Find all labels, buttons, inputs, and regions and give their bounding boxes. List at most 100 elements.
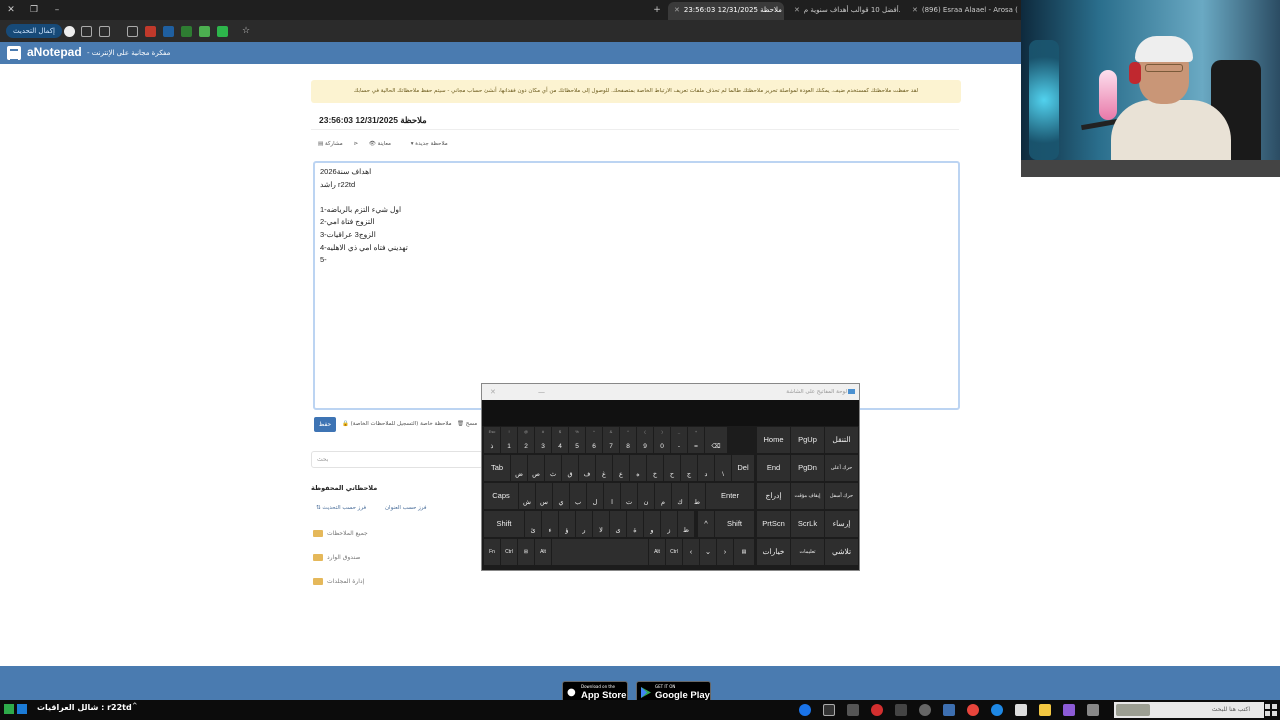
osk-key[interactable]: 2 @ <box>518 427 534 453</box>
osk-nav-key[interactable]: التنقل <box>825 427 858 453</box>
osk-key[interactable]: ظ <box>678 511 694 537</box>
osk-shift-key[interactable]: Shift <box>484 511 524 537</box>
osk-key[interactable]: و <box>644 511 660 537</box>
osk-key[interactable]: ض <box>511 455 527 481</box>
chrome-icon[interactable] <box>967 704 979 716</box>
windows-start-icon[interactable] <box>1265 704 1277 716</box>
osk-nav-key[interactable]: حرك أسفل <box>825 483 858 509</box>
sort-by-title-link[interactable]: فرز حسب العنوان <box>385 505 426 511</box>
osk-key[interactable]: د <box>698 455 714 481</box>
osk-enter-key[interactable]: Enter <box>706 483 754 509</box>
osk-key[interactable]: ر <box>576 511 592 537</box>
osk-key[interactable]: ك <box>672 483 688 509</box>
osk-key[interactable]: ز <box>661 511 677 537</box>
osk-key[interactable]: خ <box>647 455 663 481</box>
osk-nav-key[interactable]: إيقاف مؤقت <box>791 483 824 509</box>
save-button[interactable]: حفظ <box>314 417 336 432</box>
osk-alt-key[interactable]: Alt <box>535 539 551 565</box>
osk-key[interactable]: ص <box>528 455 544 481</box>
close-window-icon[interactable]: ✕ <box>4 3 18 17</box>
osk-key[interactable]: ذ Esc <box>484 427 500 453</box>
profile-icon[interactable] <box>64 26 75 37</box>
osk-key[interactable]: ب <box>570 483 586 509</box>
share-link[interactable]: ⋖ مشاركة <box>325 141 358 147</box>
close-tab-icon[interactable]: ✕ <box>674 2 680 18</box>
osk-key[interactable]: ؤ <box>559 511 575 537</box>
tray-app-icon[interactable] <box>17 704 27 714</box>
osk-key[interactable]: - _ <box>671 427 687 453</box>
osk-key[interactable]: 9( <box>637 427 653 453</box>
extension-icon[interactable] <box>217 26 228 37</box>
osk-nav-key[interactable]: End <box>757 455 790 481</box>
taskbar-search-box[interactable]: اكتب هنا للبحث <box>1114 702 1264 718</box>
osk-caps-key[interactable]: Caps <box>484 483 518 509</box>
update-button[interactable]: إكمال التحديث <box>6 24 62 38</box>
osk-key[interactable]: ن <box>638 483 654 509</box>
minimize-window-icon[interactable]: – <box>50 3 64 17</box>
extension-icon[interactable] <box>199 26 210 37</box>
chevron-up-icon[interactable]: ⌃ <box>131 702 139 712</box>
extension-icon[interactable] <box>163 26 174 37</box>
tray-app-icon[interactable] <box>4 704 14 714</box>
windows-key-icon[interactable]: ⊞ <box>518 539 534 565</box>
minimize-icon[interactable]: — <box>538 384 545 400</box>
osk-key[interactable]: ط <box>689 483 705 509</box>
extension-icon[interactable] <box>181 26 192 37</box>
osk-key[interactable]: = + <box>688 427 704 453</box>
osk-key[interactable]: ج <box>681 455 697 481</box>
osk-fn-key[interactable]: Fn <box>484 539 500 565</box>
taskbar-news-ticker[interactable]: شالل العراقيات : r22td <box>37 703 132 712</box>
edge-icon[interactable] <box>991 704 1003 716</box>
osk-key[interactable]: ل <box>587 483 603 509</box>
osk-nav-key[interactable]: حرك أعلى <box>825 455 858 481</box>
shield-icon[interactable] <box>823 704 835 716</box>
osk-key[interactable]: ي <box>553 483 569 509</box>
close-icon[interactable]: ✕ <box>490 384 496 400</box>
osk-tab-key[interactable]: Tab <box>484 455 510 481</box>
folder-inbox[interactable]: صندوق الوارد <box>313 554 360 564</box>
osk-key[interactable]: 0) <box>654 427 670 453</box>
task-view-icon[interactable] <box>1087 704 1099 716</box>
osk-nav-key[interactable]: PrtScn <box>757 511 790 537</box>
note-title-field[interactable]: ملاحظة 12/31/2025 23:56:03 <box>311 110 959 130</box>
share-icon[interactable] <box>99 26 110 37</box>
osk-key[interactable]: 7 & <box>603 427 619 453</box>
preview-link[interactable]: معاينة 👁 <box>369 141 400 147</box>
folder-manage[interactable]: إدارة المجلدات <box>313 578 364 588</box>
osk-key[interactable]: 8 * <box>620 427 636 453</box>
osk-nav-key[interactable]: ScrLk <box>791 511 824 537</box>
osk-key[interactable]: 5% <box>569 427 585 453</box>
menu-key-icon[interactable]: ▤ <box>734 539 754 565</box>
osk-nav-key[interactable]: إدراج <box>757 483 790 509</box>
private-note-option[interactable]: 🔒 ملاحظة خاصة (التسجيل للملاحظات الخاصة) <box>342 421 452 427</box>
osk-space-key[interactable] <box>552 539 648 565</box>
osk-nav-key[interactable]: تلاشي <box>825 539 858 565</box>
osk-key[interactable]: ح <box>664 455 680 481</box>
osk-key[interactable]: ع <box>613 455 629 481</box>
right-arrow-icon[interactable]: › <box>717 539 733 565</box>
tab-youtube[interactable]: ✕ (896) Esraa Alaael - Arosa (... <box>906 2 1018 20</box>
osk-key[interactable]: ء <box>542 511 558 537</box>
restore-window-icon[interactable]: ❐ <box>27 3 41 17</box>
osk-nav-key[interactable]: خيارات <box>757 539 790 565</box>
osk-nav-key[interactable]: PgUp <box>791 427 824 453</box>
osk-del-key[interactable]: Del <box>732 455 754 481</box>
osk-key[interactable]: ت <box>621 483 637 509</box>
notes-search-input[interactable]: بحث <box>311 451 483 468</box>
osk-key[interactable]: 6 ^ <box>586 427 602 453</box>
tab-note[interactable]: ✕ ملاحظة 12/31/2025 23:56:03 <box>668 2 784 20</box>
extension-icon[interactable] <box>145 26 156 37</box>
brand-name[interactable]: aNotepad <box>27 45 82 60</box>
osk-key[interactable]: ه <box>630 455 646 481</box>
osk-alt-key[interactable]: Alt <box>649 539 665 565</box>
bookmark-star-icon[interactable]: ☆ <box>242 26 253 37</box>
app-icon[interactable] <box>943 704 955 716</box>
osk-ctrl-key[interactable]: Ctrl <box>666 539 682 565</box>
osk-key[interactable]: ف <box>579 455 595 481</box>
osk-key[interactable]: م <box>655 483 671 509</box>
osk-key[interactable]: 1! <box>501 427 517 453</box>
notepad-logo-icon[interactable] <box>7 46 21 61</box>
osk-key[interactable]: ة <box>627 511 643 537</box>
record-icon[interactable] <box>871 704 883 716</box>
osk-nav-key[interactable]: Home <box>757 427 790 453</box>
